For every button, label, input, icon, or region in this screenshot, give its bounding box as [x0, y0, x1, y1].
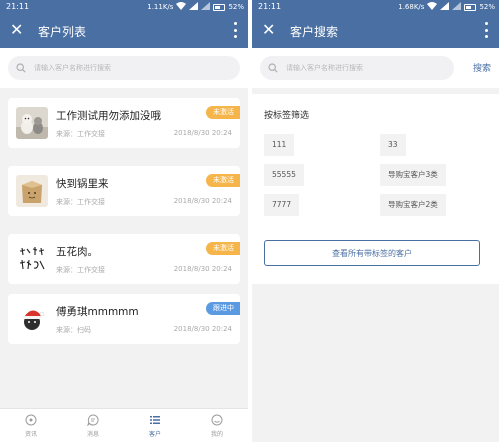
customer-card[interactable]: 五花肉。 来源：工作交接 2018/8/30 20:24 未激活	[8, 234, 240, 284]
customer-source: 来源：工作交接	[56, 266, 105, 274]
tab-profile[interactable]: 我的	[186, 409, 248, 442]
search-box[interactable]	[260, 56, 454, 80]
customer-search-screen: 21:11 1.68K/s 52% ✕ 客户搜索 搜索	[252, 0, 499, 442]
bottom-tab-bar: 资讯 消息 客户 我的	[0, 408, 248, 442]
battery-percent: 52%	[228, 3, 244, 11]
search-icon	[16, 63, 34, 73]
search-icon	[268, 63, 286, 73]
battery-icon	[213, 4, 226, 11]
tab-label: 客户	[148, 431, 161, 438]
search-input[interactable]	[286, 64, 436, 72]
list-icon	[148, 413, 162, 427]
signal-icon-2	[452, 2, 462, 13]
app-bar: ✕ 客户搜索	[252, 14, 499, 48]
search-bar	[0, 48, 248, 88]
signal-icon	[440, 2, 450, 13]
tag-filter-panel: 按标签筛选 111 33 55555 导购宝客户3类 7777 导购宝客户2类 …	[252, 94, 499, 284]
app-bar: ✕ 客户列表	[0, 14, 248, 48]
compass-icon	[24, 413, 38, 427]
customer-date: 2018/8/30 20:24	[173, 265, 232, 273]
status-bar: 21:11 1.68K/s 52%	[252, 0, 499, 14]
tab-news[interactable]: 资讯	[0, 409, 62, 442]
tag-chip[interactable]: 33	[380, 134, 406, 156]
customer-source: 来源：工作交接	[56, 130, 105, 138]
customer-avatar	[16, 303, 48, 335]
tab-label: 消息	[86, 431, 99, 438]
tab-customers[interactable]: 客户	[124, 409, 186, 442]
profile-icon	[210, 413, 224, 427]
more-menu-icon[interactable]	[485, 22, 489, 38]
status-badge: 未激活	[206, 106, 240, 119]
customer-date: 2018/8/30 20:24	[173, 325, 232, 333]
view-all-tagged-button[interactable]: 查看所有带标签的客户	[264, 240, 480, 266]
tab-label: 我的	[210, 431, 223, 438]
customer-name: 快到锅里来	[56, 178, 109, 190]
tag-chip[interactable]: 111	[264, 134, 295, 156]
status-time: 21:11	[6, 2, 30, 11]
page-title: 客户列表	[38, 25, 87, 39]
customer-name: 傅勇琪mmmmm	[56, 306, 139, 318]
close-icon[interactable]: ✕	[10, 21, 23, 39]
customer-card[interactable]: 傅勇琪mmmmm 来源：扫码 2018/8/30 20:24 跟进中	[8, 294, 240, 344]
status-badge: 未激活	[206, 174, 240, 187]
tag-chip[interactable]: 7777	[264, 194, 300, 216]
customer-card[interactable]: 快到锅里来 来源：工作交接 2018/8/30 20:24 未激活	[8, 166, 240, 216]
customer-date: 2018/8/30 20:24	[173, 129, 232, 137]
wifi-icon	[427, 2, 438, 13]
customer-name: 五花肉。	[56, 246, 98, 258]
battery-icon	[464, 4, 477, 11]
signal-icon-2	[201, 2, 211, 13]
status-badge: 未激活	[206, 242, 240, 255]
customer-source: 来源：工作交接	[56, 198, 105, 206]
tag-chip[interactable]: 导购宝客户2类	[380, 194, 446, 216]
search-button[interactable]: 搜索	[473, 61, 491, 74]
customer-avatar	[16, 175, 48, 207]
network-speed: 1.68K/s	[398, 3, 425, 11]
signal-icon	[189, 2, 199, 13]
status-bar: 21:11 1.11K/s 52%	[0, 0, 248, 14]
customer-name: 工作测试用勿添加没哦	[56, 110, 161, 122]
battery-percent: 52%	[479, 3, 495, 11]
page-title: 客户搜索	[290, 25, 339, 39]
wifi-icon	[176, 2, 187, 13]
network-speed: 1.11K/s	[147, 3, 174, 11]
tab-label: 资讯	[24, 431, 37, 438]
search-bar: 搜索	[252, 48, 499, 88]
customer-avatar	[16, 243, 48, 275]
more-menu-icon[interactable]	[234, 22, 238, 38]
customer-date: 2018/8/30 20:24	[173, 197, 232, 205]
status-time: 21:11	[258, 2, 282, 11]
customer-list-screen: 21:11 1.11K/s 52% ✕ 客户列表 请输入客户名称进行搜索 工作测…	[0, 0, 248, 442]
tag-chip[interactable]: 导购宝客户3类	[380, 164, 446, 186]
customer-avatar	[16, 107, 48, 139]
filter-title: 按标签筛选	[264, 111, 310, 121]
tab-messages[interactable]: 消息	[62, 409, 124, 442]
close-icon[interactable]: ✕	[262, 21, 275, 39]
status-badge: 跟进中	[206, 302, 240, 315]
customer-card[interactable]: 工作测试用勿添加没哦 来源：工作交接 2018/8/30 20:24 未激活	[8, 98, 240, 148]
customer-source: 来源：扫码	[56, 326, 91, 334]
tag-chip[interactable]: 55555	[264, 164, 304, 186]
search-input[interactable]	[34, 64, 184, 72]
search-box[interactable]	[8, 56, 240, 80]
chat-icon	[86, 413, 100, 427]
